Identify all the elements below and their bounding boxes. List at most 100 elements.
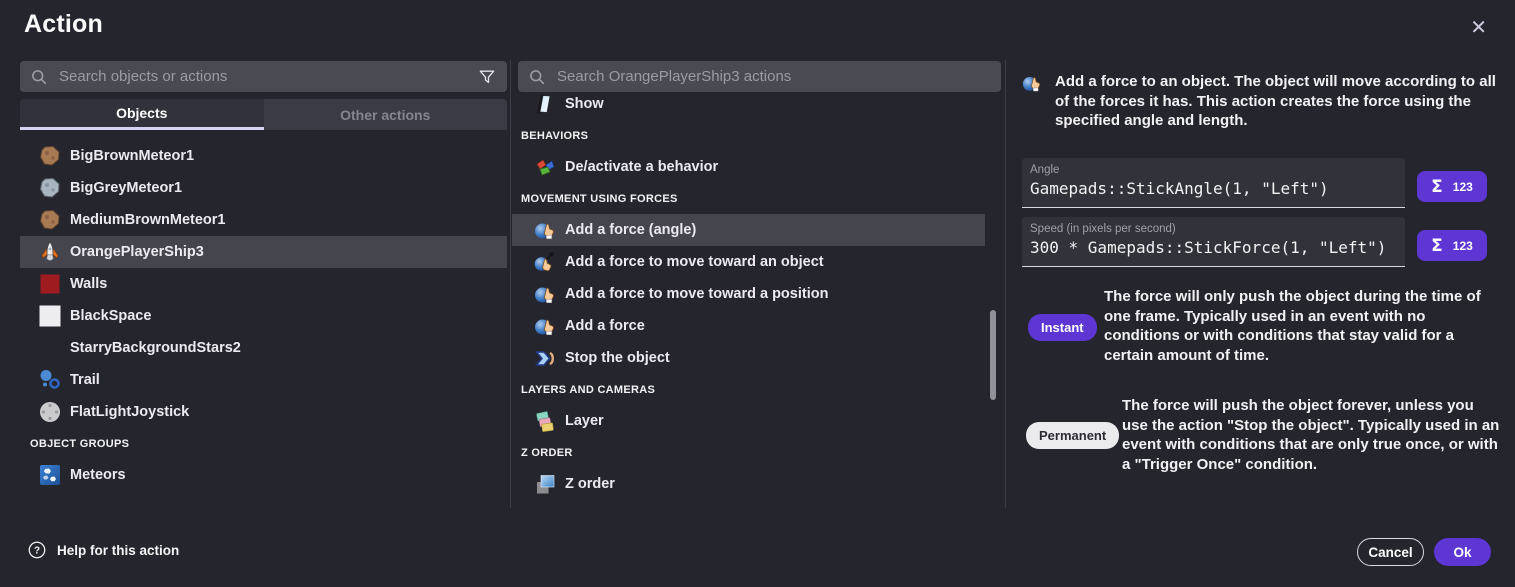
action-row[interactable]: Show [512,88,985,120]
actions-list-scrollbar[interactable] [990,310,996,400]
speed-expression-button[interactable]: Σ 123 [1417,230,1487,261]
action-description: Add a force to an object. The object wil… [1055,72,1497,131]
action-row[interactable]: Add a force to move toward a position [512,278,985,310]
action-label: Add a force [565,318,645,334]
action-row-selected[interactable]: Add a force (angle) [512,214,985,246]
force-icon [533,314,557,338]
object-row[interactable]: Walls [20,268,507,300]
actions-section-header: MOVEMENT USING FORCES [512,183,985,214]
object-row[interactable]: Trail [20,364,507,396]
object-label: Walls [70,276,107,292]
object-row[interactable]: MediumBrownMeteor1 [20,204,507,236]
object-row[interactable]: FlatLightJoystick [20,396,507,428]
object-label: BlackSpace [70,308,151,324]
action-row[interactable]: Layer [512,405,985,437]
object-label: OrangePlayerShip3 [70,244,204,260]
force-icon [533,282,557,306]
tab-objects-label: Objects [116,105,167,121]
objects-search-input[interactable] [57,67,468,86]
help-label: Help for this action [57,543,179,558]
objects-search-bar[interactable] [20,61,507,92]
action-label: Show [565,96,604,112]
meteor-brown-icon [38,208,62,232]
actions-search-input[interactable] [555,67,991,86]
panel-divider [1005,60,1006,508]
object-label: FlatLightJoystick [70,404,189,420]
z-order-icon [533,472,557,496]
white-square-icon [38,304,62,328]
sigma-icon: Σ [1431,177,1443,197]
search-icon [528,68,546,86]
angle-field-value[interactable]: Gamepads::StickAngle(1, "Left") [1030,179,1397,198]
object-row-selected[interactable]: OrangePlayerShip3 [20,236,507,268]
action-row[interactable]: Stop the object [512,342,985,374]
action-label: Add a force to move toward an object [565,254,824,270]
spaceship-icon [38,240,62,264]
force-icon [533,218,557,242]
tab-objects[interactable]: Objects [20,99,264,130]
left-panel-tabs: Objects Other actions [20,99,507,130]
filter-icon[interactable] [477,67,497,87]
action-label: Add a force to move toward a position [565,286,828,302]
angle-expression-button[interactable]: Σ 123 [1417,171,1487,202]
angle-field[interactable]: Angle Gamepads::StickAngle(1, "Left") [1022,158,1405,208]
layer-icon [533,409,557,433]
action-label: Z order [565,476,615,492]
actions-section-header: LAYERS AND CAMERAS [512,374,985,405]
speed-field[interactable]: Speed (in pixels per second) 300 * Gamep… [1022,217,1405,267]
ok-button[interactable]: Ok [1434,538,1491,566]
meteor-grey-icon [38,176,62,200]
sigma-icon: Σ [1431,236,1443,256]
help-icon [28,541,46,559]
instant-badge[interactable]: Instant [1028,314,1097,341]
force-toward-object-icon [533,250,557,274]
behavior-icon [533,155,557,179]
object-row[interactable]: BigBrownMeteor1 [20,140,507,172]
panel-divider [510,60,511,508]
meteor-brown-icon [38,144,62,168]
close-icon[interactable]: ✕ [1466,14,1491,42]
actions-section-header: Z ORDER [512,437,985,468]
instant-description: The force will only push the object duri… [1104,287,1502,365]
action-label: De/activate a behavior [565,159,718,175]
particles-icon [38,368,62,392]
object-row[interactable]: BlackSpace [20,300,507,332]
action-row[interactable]: Z order [512,468,985,500]
object-label: Trail [70,372,100,388]
object-row[interactable]: StarryBackgroundStars2 [20,332,507,364]
cancel-button[interactable]: Cancel [1357,538,1424,566]
search-icon [30,68,48,86]
action-row[interactable]: De/activate a behavior [512,151,985,183]
red-square-icon [38,272,62,296]
object-label: BigGreyMeteor1 [70,180,182,196]
show-icon [533,92,557,116]
angle-field-label: Angle [1030,164,1397,176]
permanent-badge[interactable]: Permanent [1026,422,1119,449]
help-link[interactable]: Help for this action [28,541,179,559]
object-label: BigBrownMeteor1 [70,148,194,164]
action-row[interactable]: Add a force to move toward an object [512,246,985,278]
object-label: StarryBackgroundStars2 [70,340,241,356]
action-label: Layer [565,413,604,429]
object-groups-header: OBJECT GROUPS [20,428,507,459]
speed-field-label: Speed (in pixels per second) [1030,223,1397,235]
object-label: MediumBrownMeteor1 [70,212,226,228]
objects-list: BigBrownMeteor1 BigGreyMeteor1 MediumBro… [20,140,507,491]
tab-other-actions[interactable]: Other actions [264,99,508,130]
numbers-icon: 123 [1453,239,1473,253]
object-group-row[interactable]: Meteors [20,459,507,491]
page-title: Action [24,10,103,39]
object-row[interactable]: BigGreyMeteor1 [20,172,507,204]
permanent-description: The force will push the object forever, … [1122,396,1502,474]
action-row[interactable]: Add a force [512,310,985,342]
actions-section-header: BEHAVIORS [512,120,985,151]
object-label: Meteors [70,467,126,483]
empty-icon [38,336,62,360]
actions-list: Show BEHAVIORS De/activate a behavior MO… [512,88,985,500]
tab-other-actions-label: Other actions [340,107,430,123]
meteors-group-icon [38,463,62,487]
joystick-icon [38,400,62,424]
numbers-icon: 123 [1453,180,1473,194]
speed-field-value[interactable]: 300 * Gamepads::StickForce(1, "Left") [1030,238,1397,257]
force-icon [1021,72,1043,94]
